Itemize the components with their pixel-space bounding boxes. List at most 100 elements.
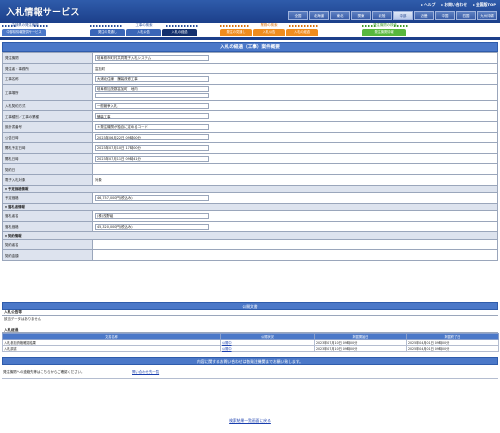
region-tab-kinki[interactable]: 近畿: [414, 11, 434, 20]
region-tabs: 全国 北海道 東北 関東 北陸 中部 近畿 中国 四国 九州沖縄: [288, 11, 497, 20]
nav-group-construction: 工事の検索 発注の見通し 入札公告 入札の経過: [90, 23, 198, 37]
nav-group-title: 業務の検索: [220, 23, 318, 28]
detail-value: [92, 238, 498, 251]
contact-section: 内容に関するお問い合わせは各発注機関までお願い致します。 発注機関への連絡先等は…: [2, 357, 498, 379]
detail-value: 富加町: [92, 62, 498, 75]
detail-row: 落札価格 45,320,000円(税込み): [2, 220, 498, 233]
region-tab-tohoku[interactable]: 東北: [330, 11, 350, 20]
region-tab-hokuriku[interactable]: 北陸: [372, 11, 392, 20]
notice-empty-text: 該当データはありません: [4, 316, 42, 321]
detail-value: 46,757,000円(税込み): [95, 194, 209, 201]
detail-label: 工事場所: [2, 83, 93, 101]
documents-section: 公開文書 入札公告等 該当データはありません 入札経過 文書名称 公開状況 掲載…: [2, 302, 499, 352]
region-tab-kyushu[interactable]: 九州沖縄: [477, 11, 497, 20]
detail-label: 入札契約方式: [2, 99, 93, 112]
detail-value: 舗装工事: [95, 113, 209, 120]
help-link[interactable]: ヘルプ: [421, 2, 435, 8]
contact-list-link[interactable]: 問い合わせ先一覧: [132, 369, 159, 374]
tab-services-results[interactable]: 入札の経過: [286, 29, 318, 36]
detail-value: 岐阜県市町村共同電子入札システム: [95, 54, 209, 61]
detail-row: 契約日: [2, 163, 498, 175]
detail-row: 入札契約方式 一般競争入札: [2, 99, 498, 112]
region-tab-chubu[interactable]: 中部: [393, 11, 413, 20]
detail-label: 契約金額: [2, 249, 93, 261]
region-tab-chugoku[interactable]: 中国: [435, 11, 455, 20]
detail-label: 契約日: [2, 163, 93, 175]
tab-construction-outlook[interactable]: 発注の見通し: [90, 29, 125, 36]
detail-row: 契約金額: [2, 249, 498, 261]
region-tab-hokkaido[interactable]: 北海道: [309, 11, 329, 20]
contact-link[interactable]: お問い合わせ: [441, 2, 467, 8]
app-title: 入札情報サービス: [6, 8, 80, 18]
detail-row: 工事場所 岐阜県加茂郡富加町 地内: [2, 83, 498, 101]
back-to-results-link[interactable]: 検索結果一覧画面に戻る: [0, 418, 500, 424]
nav-group-prefecture: 中部県の発注機関 中部県情報提供サービス: [2, 23, 48, 37]
detail-label: 設計書番号: [2, 120, 93, 133]
region-tab-shikoku[interactable]: 四国: [456, 11, 476, 20]
search-nav: 中部県の発注機関 中部県情報提供サービス 工事の検索 発注の見通し 入札公告 入…: [0, 23, 500, 37]
detail-table: 発注機関 岐阜県市町村共同電子入札システム 発注者・事務所 富加町 工事名称 大…: [2, 52, 498, 261]
region-tab-zenkoku[interactable]: 全国: [288, 11, 308, 20]
group-title: 契約情報: [2, 231, 498, 240]
document-end-date: 2025年04月01日 09時00分: [406, 345, 499, 352]
group-row-contract: 契約情報: [2, 231, 498, 240]
detail-label: 発注機関: [2, 52, 93, 64]
detail-value: ＊発注機関が独自に定めるコード: [95, 123, 209, 130]
detail-row: 予定価格 46,757,000円(税込み): [2, 192, 498, 204]
nav-group-title: 発注機関の検索: [362, 23, 408, 28]
detail-section: 入札の経過（工事）案件概要 発注機関 岐阜県市町村共同電子入札システム 発注者・…: [2, 42, 498, 261]
contact-row: 発注機関への連絡先等はこちらからご確認ください。 問い合わせ先一覧: [2, 365, 498, 379]
app-header: 入札情報サービス ヘルプ お問い合わせ 全国版TOP 全国 北海道 東北 関東 …: [0, 0, 500, 23]
detail-value: 2023年07月10日 17時00分: [95, 144, 209, 151]
detail-row: 発注者・事務所 富加町: [2, 62, 498, 75]
detail-label: 公告日時: [2, 131, 93, 144]
detail-label: 発注者・事務所: [2, 62, 93, 75]
detail-label: 電子入札対象: [2, 173, 93, 186]
detail-row: 工事名称 大浦北住線 舗装改修工事: [2, 73, 498, 85]
detail-label: 工事種別／工事の業種: [2, 110, 93, 122]
detail-row: 設計書番号 ＊発注機関が独自に定めるコード: [2, 120, 498, 133]
table-row: 入札調書 公開中 2023年07月10日 09時00分 2025年04月01日 …: [2, 345, 499, 352]
documents-table: 文書名称 公開状況 掲載開始日 掲載終了日 入札参加資格確認結果 公開中 202…: [2, 333, 499, 352]
detail-value: 2023年06月22日 09時00分: [95, 134, 209, 141]
detail-label: 落札者名: [2, 210, 93, 222]
detail-title: 入札の経過（工事）案件概要: [2, 42, 498, 52]
detail-label: 契約者名: [2, 238, 93, 251]
detail-label: 落札価格: [2, 220, 93, 233]
group-row-price: 予定価格情報: [2, 184, 498, 193]
documents-title: 公開文書: [2, 302, 498, 310]
detail-row: 落札者名 (株)浅野組: [2, 210, 498, 222]
top-links: ヘルプ お問い合わせ 全国版TOP: [421, 2, 496, 8]
nav-group-title: 中部県の発注機関: [2, 23, 48, 28]
nav-group-title: 工事の検索: [90, 23, 198, 28]
contact-text: 発注機関への連絡先等はこちらからご確認ください。: [3, 370, 85, 374]
tab-services-outlook[interactable]: 発注の見通し: [220, 29, 252, 36]
detail-label: 開札予定日時: [2, 142, 93, 154]
detail-value: 45,320,000円(税込み): [95, 223, 209, 230]
tab-construction-notice[interactable]: 入札公告: [126, 29, 161, 36]
detail-row: 発注機関 岐阜県市町村共同電子入札システム: [2, 52, 498, 64]
detail-value: 大浦北住線 舗装改修工事: [95, 75, 209, 82]
detail-row: 工事種別／工事の業種 舗装工事: [2, 110, 498, 122]
tab-services-notice[interactable]: 入札公告: [253, 29, 285, 36]
document-status-link[interactable]: 公開中: [220, 345, 315, 352]
detail-value: (株)浅野組: [95, 212, 209, 219]
detail-value: 2023年07月11日 09時41分: [95, 155, 209, 162]
detail-row: 開札予定日時 2023年07月10日 17時00分: [2, 142, 498, 154]
group-row-winner: 落札者情報: [2, 202, 498, 212]
document-name: 入札調書: [2, 345, 221, 352]
detail-value: 一般競争入札: [95, 102, 209, 109]
nav-group-services: 業務の検索 発注の見通し 入札公告 入札の経過: [220, 23, 318, 37]
contact-title: 内容に関するお問い合わせは各発注機関までお願い致します。: [2, 357, 498, 365]
detail-label: 開札日時: [2, 152, 93, 165]
detail-row: 電子入札対象 対象: [2, 173, 498, 186]
tab-prefecture-service[interactable]: 中部県情報提供サービス: [2, 29, 46, 36]
tab-construction-results[interactable]: 入札の経過: [162, 29, 197, 36]
region-tab-kanto[interactable]: 関東: [351, 11, 371, 20]
tab-agency-info[interactable]: 発注機関情報: [362, 29, 406, 36]
detail-row: 開札日時 2023年07月11日 09時41分: [2, 152, 498, 165]
detail-value: [92, 249, 498, 261]
national-top-link[interactable]: 全国版TOP: [473, 2, 496, 8]
document-start-date: 2023年07月10日 09時00分: [314, 345, 407, 352]
group-title: 落札者情報: [2, 202, 498, 212]
